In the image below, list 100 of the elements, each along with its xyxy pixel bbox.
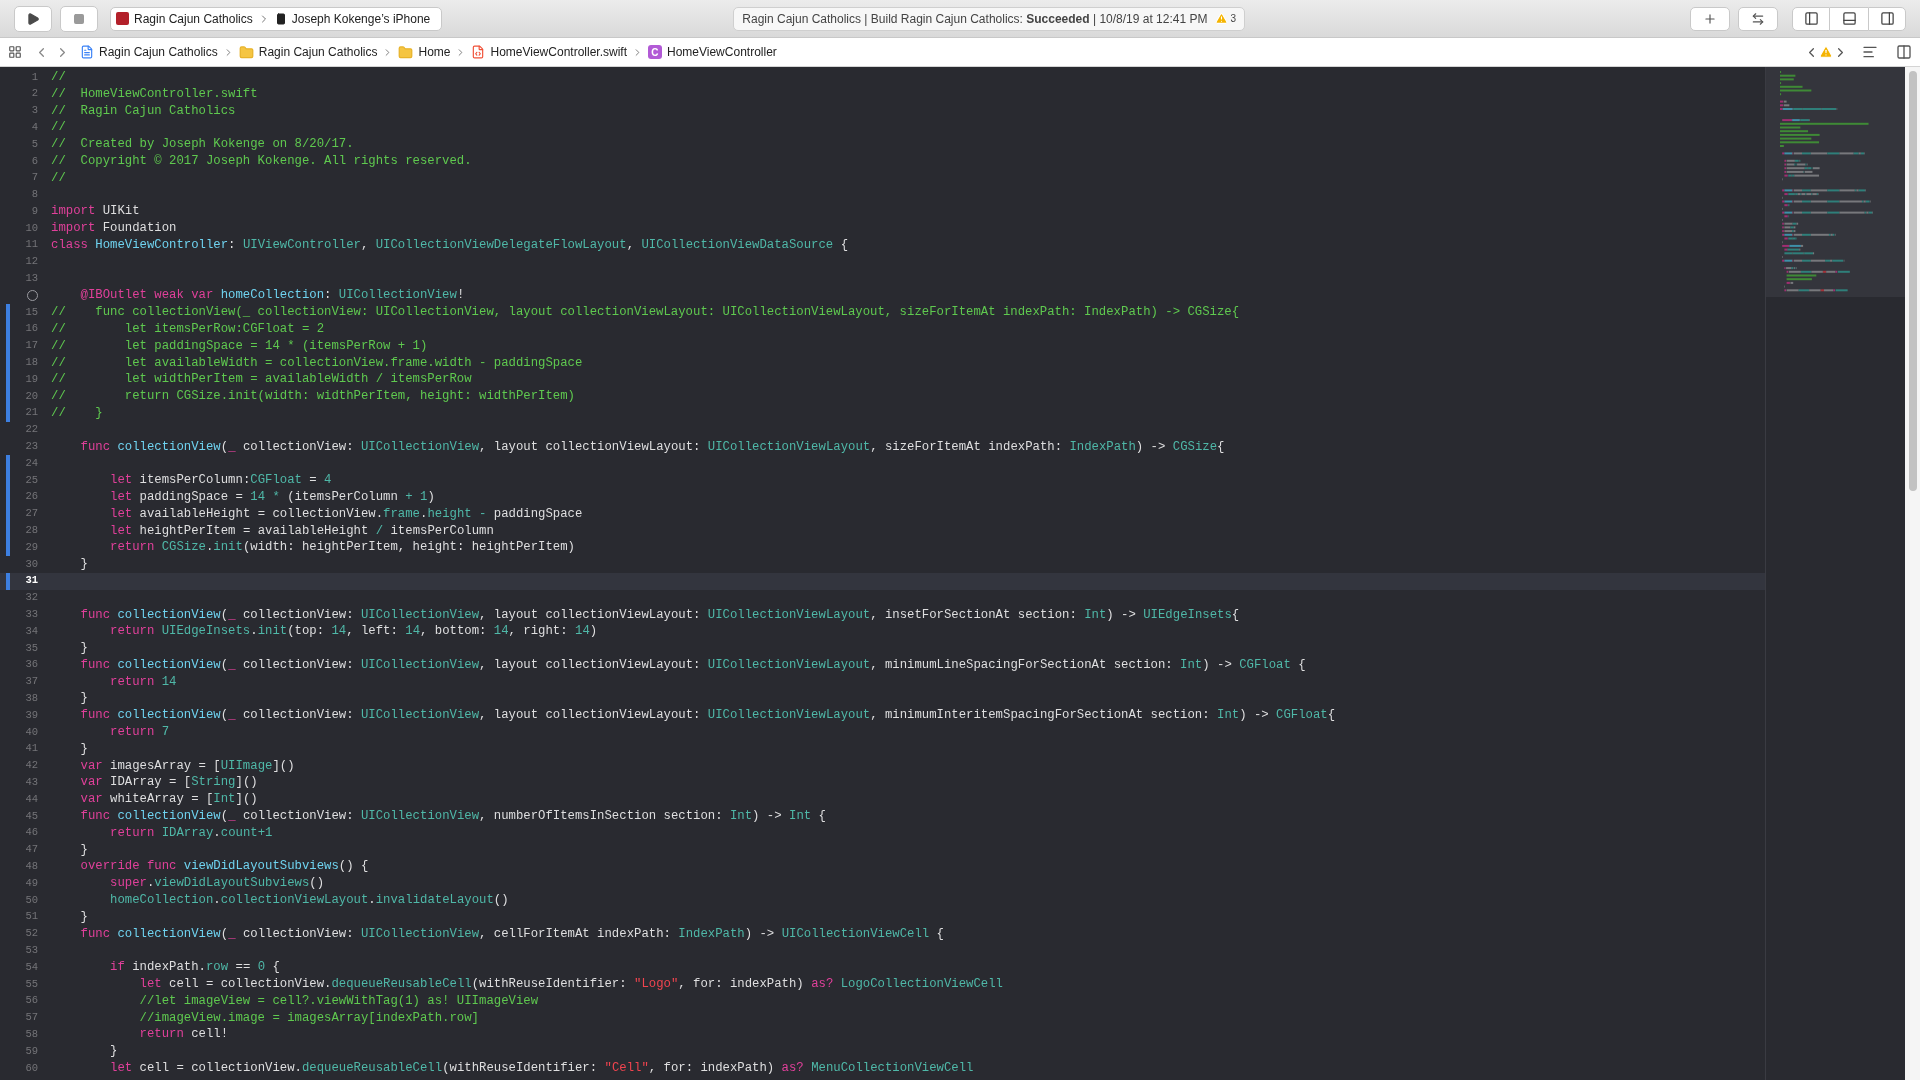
code-line: }: [109, 1043, 118, 1060]
path-item[interactable]: Ragin Cajun Catholics: [258, 43, 378, 61]
code-line: // let itemsPerRow:CGFloat = 2: [51, 320, 325, 338]
line-number: 35: [25, 640, 38, 656]
navigator-panel-button[interactable]: [1792, 6, 1830, 31]
line-number: 45: [25, 808, 38, 824]
left-panel-icon: [1803, 11, 1819, 26]
line-number: 20: [25, 388, 38, 404]
line-number: 8: [31, 187, 38, 203]
right-panel-icon: [1879, 11, 1895, 26]
code-line: func collectionView(_ collectionView: UICollectionView, cellForItemAt indexPath: IndexPath) -> UICollectionViewCell {: [79, 925, 944, 943]
debug-panel-button[interactable]: [1830, 6, 1868, 31]
line-number: 27: [25, 506, 38, 522]
line-number: 39: [25, 707, 38, 723]
line-number: 1: [31, 69, 38, 85]
code-line: class HomeViewController: UIViewController, UICollectionViewDelegateFlowLayout, UICollectionViewDataSource {: [51, 236, 849, 254]
class-badge: C: [648, 45, 662, 59]
swift-file-icon: [471, 45, 486, 59]
line-number: 22: [25, 422, 38, 438]
code-line: func collectionView(_ collectionView: UICollectionView, layout collectionViewLayout: UICollectionViewLayout, minimumLineSpacingForSectionAt section: Int) -> CGFloat {: [79, 656, 1306, 674]
line-number: 5: [31, 136, 38, 152]
add-editor-icon[interactable]: [1896, 44, 1912, 60]
swap-arrows-icon: [1751, 11, 1765, 26]
line-number: 4: [31, 119, 38, 135]
adjust-editor-icon[interactable]: [1862, 44, 1878, 60]
code-line: let cell = collectionView.dequeueReusableCell(withReuseIdentifier: "Cell", for: indexPath) as? MenuCollectionViewCell: [109, 1060, 974, 1077]
code-line: let itemsPerColumn:CGFloat = 4: [109, 472, 332, 489]
add-button[interactable]: [1690, 6, 1730, 31]
line-number: 29: [25, 539, 38, 555]
line-number: 40: [25, 724, 38, 740]
line-number: 25: [25, 472, 38, 488]
line-number: 50: [25, 892, 38, 908]
line-number: 58: [25, 1026, 38, 1042]
line-number: 55: [25, 976, 38, 992]
code-line: // Created by Joseph Kokenge on 8/20/17.: [51, 136, 354, 153]
code-line: import Foundation: [51, 220, 177, 237]
bottom-panel-icon: [1841, 11, 1857, 26]
line-number: 37: [25, 674, 38, 690]
play-icon: [26, 11, 40, 26]
code-line: //let imageView = cell?.viewWithTag(1) as! UIImageView: [138, 992, 539, 1010]
line-number: 9: [31, 203, 38, 219]
line-number: 21: [25, 405, 38, 421]
code-line: // }: [51, 404, 103, 422]
line-number: 51: [25, 909, 38, 925]
line-number: 34: [25, 623, 38, 639]
device-name[interactable]: Joseph Kokenge’s iPhone: [291, 9, 437, 28]
scheme-selector[interactable]: Ragin Cajun Catholics Joseph Kokenge’s iPhone: [110, 6, 443, 31]
code-line: }: [79, 640, 88, 657]
line-number: 30: [25, 556, 38, 572]
scheme-name[interactable]: Ragin Cajun Catholics: [134, 9, 253, 28]
line-number: 38: [25, 691, 38, 706]
path-item[interactable]: Home: [418, 43, 451, 61]
path-item[interactable]: HomeViewController.swift: [490, 43, 627, 61]
code-line: var imagesArray = [UIImage](): [79, 757, 295, 775]
code-line: }: [79, 908, 88, 926]
path-item[interactable]: HomeViewController: [667, 43, 777, 61]
line-number: 13: [25, 271, 38, 287]
related-items-icon[interactable]: [8, 45, 22, 59]
warning-count[interactable]: 3: [1230, 11, 1237, 26]
line-number: 48: [25, 858, 38, 874]
phone-icon: [274, 11, 287, 26]
line-number: 10: [25, 220, 38, 236]
code-line: // return CGSize.init(width: widthPerItem, height: widthPerItem): [51, 388, 575, 405]
line-number: 6: [31, 153, 38, 169]
folder-icon: [238, 44, 254, 60]
run-button[interactable]: [14, 5, 52, 32]
code-line: // Copyright © 2017 Joseph Kokenge. All rights reserved.: [51, 153, 472, 170]
line-number: 28: [25, 523, 38, 539]
line-number: 47: [25, 842, 38, 858]
code-line: // Ragin Cajun Catholics: [51, 102, 236, 120]
stop-button[interactable]: [60, 5, 98, 32]
swap-arrows-button[interactable]: [1738, 6, 1778, 31]
line-number: 53: [25, 942, 38, 958]
code-line: func collectionView(_ collectionView: UICollectionView, layout collectionViewLayout: UICollectionViewLayout, minimumInteritemSpacingForSectionAt section: Int) -> CGFloat{: [79, 707, 1336, 725]
code-line: return 7: [109, 724, 170, 741]
code-line: //: [51, 169, 66, 187]
code-line: if indexPath.row == 0 {: [109, 959, 280, 977]
line-number: 52: [25, 926, 38, 942]
line-number: 26: [25, 489, 38, 505]
code-line: }: [79, 690, 88, 708]
folder-icon: [398, 44, 414, 60]
code-line: func collectionView(_ collectionView: UICollectionView, numberOfItemsInSection section: Int) -> Int {: [79, 808, 826, 825]
code-line: let cell = collectionView.dequeueReusableCell(withReuseIdentifier: "Logo", for: indexPath) as? LogoCollectionViewCell: [138, 976, 1003, 993]
line-number: 49: [25, 875, 38, 891]
code-line: import UIKit: [51, 203, 140, 221]
code-line: //: [51, 119, 66, 137]
code-line: var IDArray = [String](): [79, 774, 258, 792]
line-number: 11: [25, 237, 38, 253]
code-line: return cell!: [138, 1026, 229, 1044]
path-item[interactable]: Ragin Cajun Catholics: [99, 43, 218, 61]
line-number: 31: [25, 573, 38, 589]
warning-icon[interactable]: [1215, 12, 1229, 25]
change-bar[interactable]: [6, 539, 10, 557]
line-number: 19: [25, 371, 38, 387]
inspector-panel-button[interactable]: [1868, 6, 1906, 31]
line-number: 43: [25, 775, 38, 790]
scrollbar-thumb[interactable]: [1908, 71, 1917, 491]
line-number: 42: [25, 758, 38, 774]
change-bar[interactable]: [6, 572, 10, 590]
code-line: var whiteArray = [Int](): [79, 791, 258, 809]
